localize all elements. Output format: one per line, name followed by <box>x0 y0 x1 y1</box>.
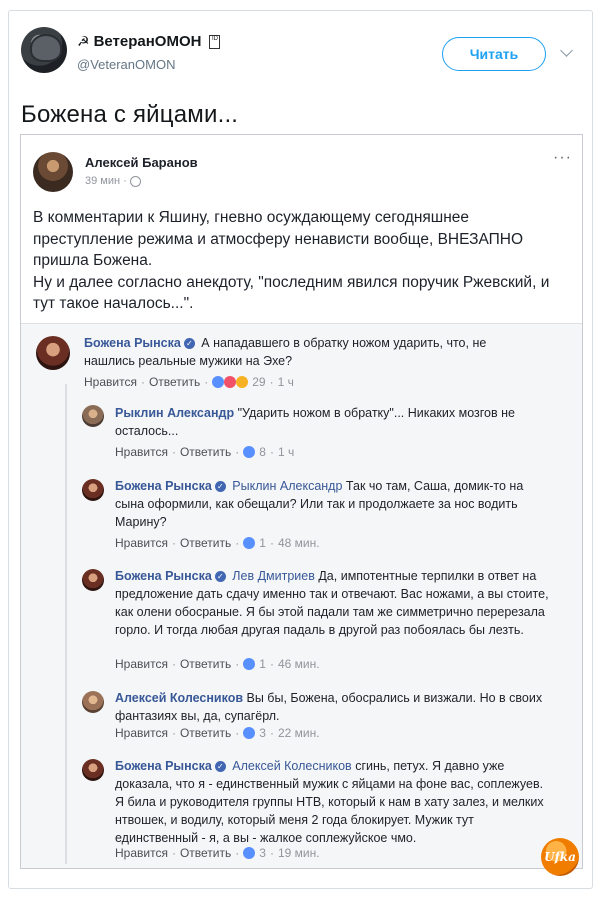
comment-mention: Алексей Колесников <box>232 759 352 773</box>
post-meta: 39 мин · <box>85 175 141 187</box>
comment-actions: Нравится · Ответить · 29 · 1 ч <box>84 375 294 389</box>
comment: Божена Рынска ✓ Алексей Колесников сгинь,… <box>115 757 555 847</box>
tweet-text: Божена с яйцами... <box>21 101 239 128</box>
post-paragraph: Ну и далее согласно анекдоту, "последним… <box>33 273 550 313</box>
commenter-avatar <box>82 759 104 781</box>
author-handle[interactable]: @VeteranOMON <box>77 57 175 72</box>
reaction-count: 1 <box>259 657 266 671</box>
like-reaction-icon <box>243 537 256 549</box>
like-link: Нравится <box>115 657 168 671</box>
comment: Рыклин Александр "Ударить ножом в обратк… <box>115 404 555 440</box>
comment-actions: Нравится · Ответить · 8 · 1 ч <box>115 445 295 459</box>
author-name-row: ☭ ВетеранОМОН ID <box>77 33 221 50</box>
comment-time: 22 мин. <box>277 726 320 740</box>
comment-time: 46 мин. <box>277 657 320 671</box>
like-reaction-icon <box>243 658 256 670</box>
like-link: Нравится <box>115 846 168 860</box>
more-options-icon: ··· <box>553 149 572 166</box>
comment-mention: Рыклин Александр <box>232 479 343 493</box>
like-link: Нравится <box>84 375 137 389</box>
reply-link: Ответить <box>179 657 232 671</box>
like-link: Нравится <box>115 536 168 550</box>
reaction-count: 29 <box>252 375 266 389</box>
comment-actions: Нравится · Ответить · 3 · 22 мин. <box>115 726 320 740</box>
author-name[interactable]: ВетеранОМОН <box>94 33 202 50</box>
reply-link: Ответить <box>179 726 232 740</box>
post-time: 39 мин · <box>85 175 127 187</box>
comment: Божена Рынска ✓ А нападавшего в обратку н… <box>84 334 524 370</box>
commenter-avatar <box>36 336 70 370</box>
chevron-down-icon[interactable] <box>560 44 573 57</box>
globe-icon <box>129 175 141 187</box>
reply-link: Ответить <box>148 375 201 389</box>
wow-reaction-icon <box>236 376 249 388</box>
like-reaction-icon <box>243 446 256 458</box>
commenter-avatar <box>82 691 104 713</box>
verified-icon: ✓ <box>183 338 195 349</box>
commenter-avatar <box>82 569 104 591</box>
comments-section: Божена Рынска ✓ А нападавшего в обратку н… <box>21 323 582 868</box>
post-paragraph: В комментарии к Яшину, гневно осуждающем… <box>33 209 524 269</box>
id-badge-icon: ID <box>209 34 221 49</box>
reaction-count: 3 <box>259 846 266 860</box>
commenter-avatar <box>82 405 104 427</box>
comment-author: Божена Рынска <box>115 759 212 773</box>
comment-author: Рыклин Александр <box>115 406 235 420</box>
like-link: Нравится <box>115 445 168 459</box>
comment-actions: Нравится · Ответить · 1 · 46 мин. <box>115 657 320 671</box>
embedded-screenshot: Алексей Баранов 39 мин · ··· В комментар… <box>20 134 583 869</box>
love-reaction-icon <box>224 376 237 388</box>
hammer-sickle-icon: ☭ <box>77 33 90 49</box>
like-reaction-icon <box>243 847 256 859</box>
like-reaction-icon <box>212 376 225 388</box>
comment-time: 19 мин. <box>277 846 320 860</box>
commenter-avatar <box>82 479 104 501</box>
tweet-card: ☭ ВетеранОМОН ID @VeteranOMON Читать Бож… <box>8 10 593 889</box>
comment-author: Божена Рынска <box>115 479 212 493</box>
reaction-count: 8 <box>259 445 266 459</box>
verified-icon: ✓ <box>214 571 226 582</box>
comment-author: Божена Рынска <box>84 336 181 350</box>
reply-link: Ответить <box>179 445 232 459</box>
comment-time: 48 мин. <box>277 536 320 550</box>
thread-line <box>65 384 67 864</box>
comment: Божена Рынска ✓ Рыклин Александр Так чо т… <box>115 477 555 531</box>
comment: Алексей Колесников Вы бы, Божена, обосра… <box>115 689 555 725</box>
watermark-logo: Ufka <box>541 838 579 876</box>
verified-icon: ✓ <box>214 761 226 772</box>
comment: Божена Рынска ✓ Лев Дмитриев Да, импотент… <box>115 567 555 639</box>
reply-link: Ответить <box>179 846 232 860</box>
follow-button[interactable]: Читать <box>442 37 546 71</box>
like-link: Нравится <box>115 726 168 740</box>
reply-link: Ответить <box>179 536 232 550</box>
comment-author: Алексей Колесников <box>115 691 244 705</box>
post-author-name: Алексей Баранов <box>85 155 198 170</box>
verified-icon: ✓ <box>214 481 226 492</box>
author-avatar[interactable] <box>21 27 67 73</box>
comment-author: Божена Рынска <box>115 569 212 583</box>
reaction-count: 3 <box>259 726 266 740</box>
comment-actions: Нравится · Ответить · 3 · 19 мин. <box>115 846 320 860</box>
reaction-count: 1 <box>259 536 266 550</box>
comment-mention: Лев Дмитриев <box>232 569 315 583</box>
post-text: В комментарии к Яшину, гневно осуждающем… <box>33 207 573 315</box>
post-author-avatar <box>33 152 73 192</box>
comment-actions: Нравится · Ответить · 1 · 48 мин. <box>115 536 320 550</box>
comment-time: 1 ч <box>277 375 294 389</box>
like-reaction-icon <box>243 727 256 739</box>
comment-time: 1 ч <box>277 445 295 459</box>
